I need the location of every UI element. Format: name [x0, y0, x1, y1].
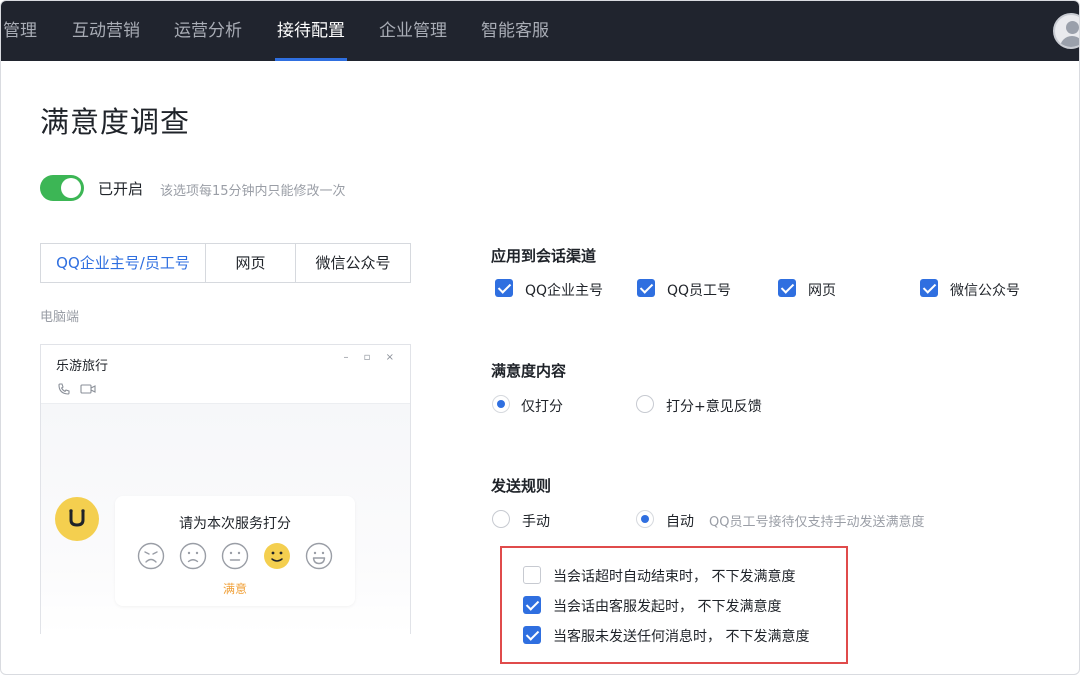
condition-checkbox-timeout[interactable]: [523, 566, 541, 584]
channel-label-wechat: 微信公众号: [950, 283, 1020, 299]
content-radio-score-feedback[interactable]: [636, 395, 654, 413]
channel-label-qq-staff: QQ员工号: [667, 283, 732, 299]
preview-chat-area: 请为本次服务打分 满意: [41, 403, 410, 634]
send-rules-hint: QQ员工号接待仅支持手动发送满意度: [709, 515, 925, 530]
send-rules-title: 发送规则: [491, 477, 552, 495]
toggle-hint: 该选项每15分钟内只能修改一次: [160, 184, 346, 199]
channel-label-web: 网页: [808, 283, 836, 299]
send-label-auto: 自动: [666, 514, 694, 530]
send-radio-auto[interactable]: [636, 510, 654, 528]
channel-checkbox-qq-staff[interactable]: [637, 279, 655, 297]
channel-checkbox-web[interactable]: [778, 279, 796, 297]
tab-qq[interactable]: QQ企业主号/员工号: [41, 244, 205, 282]
content-title: 满意度内容: [491, 362, 567, 380]
send-label-manual: 手动: [522, 514, 550, 530]
channel-label-qq-main: QQ企业主号: [525, 283, 604, 299]
nav-item-analytics[interactable]: 运营分析: [174, 1, 242, 61]
top-nav: 管理 互动营销 运营分析 接待配置 企业管理 智能客服: [1, 1, 1079, 61]
app-window: 管理 互动营销 运营分析 接待配置 企业管理 智能客服 满意度调查 已开启 该选…: [0, 0, 1080, 675]
window-controls-icon: – ▫ ×: [343, 352, 400, 363]
happy-face-icon[interactable]: [263, 542, 291, 570]
content-radio-score-only[interactable]: [492, 395, 510, 413]
condition-label-no-message: 当客服未发送任何消息时， 不下发满意度: [553, 629, 810, 645]
neutral-face-icon[interactable]: [221, 542, 249, 570]
nav-item-reception-config[interactable]: 接待配置: [275, 1, 347, 61]
rating-caption: 满意: [222, 582, 247, 596]
user-avatar-icon[interactable]: [1053, 13, 1079, 49]
condition-checkbox-agent-initiated[interactable]: [523, 596, 541, 614]
rating-faces: [137, 542, 337, 570]
channel-checkbox-wechat[interactable]: [920, 279, 938, 297]
content-label-score-feedback: 打分+意见反馈: [666, 399, 762, 415]
phone-icon: [58, 383, 70, 395]
channel-tabs: QQ企业主号/员工号 网页 微信公众号: [40, 243, 411, 283]
brand-logo-icon: [55, 497, 99, 541]
survey-toggle[interactable]: [40, 175, 84, 201]
condition-label-timeout: 当会话超时自动结束时， 不下发满意度: [553, 569, 796, 585]
unhappy-face-icon[interactable]: [179, 542, 207, 570]
condition-checkbox-no-message[interactable]: [523, 626, 541, 644]
page-title: 满意度调查: [40, 105, 191, 139]
content-label-score-only: 仅打分: [521, 399, 563, 415]
very-happy-face-icon[interactable]: [305, 542, 333, 570]
chat-preview: 乐游旅行 – ▫ × 请为本次服务打分 满意: [40, 344, 411, 634]
nav-item-enterprise[interactable]: 企业管理: [379, 1, 447, 61]
tab-web[interactable]: 网页: [205, 244, 295, 282]
nav-item-manage[interactable]: 管理: [3, 1, 37, 61]
very-unhappy-face-icon[interactable]: [137, 542, 165, 570]
toggle-state-label: 已开启: [98, 180, 144, 198]
device-label: 电脑端: [40, 310, 80, 325]
rating-title: 请为本次服务打分: [179, 516, 291, 532]
condition-label-agent-initiated: 当会话由客服发起时， 不下发满意度: [553, 599, 782, 615]
send-radio-manual[interactable]: [492, 510, 510, 528]
rating-card: 请为本次服务打分 满意: [115, 496, 355, 606]
channel-checkbox-qq-main[interactable]: [495, 279, 513, 297]
nav-item-smart-service[interactable]: 智能客服: [481, 1, 549, 61]
video-icon: [80, 384, 96, 394]
tab-wechat[interactable]: 微信公众号: [295, 244, 410, 282]
preview-window-title: 乐游旅行: [56, 359, 109, 374]
channels-title: 应用到会话渠道: [491, 247, 597, 265]
nav-item-marketing[interactable]: 互动营销: [72, 1, 140, 61]
